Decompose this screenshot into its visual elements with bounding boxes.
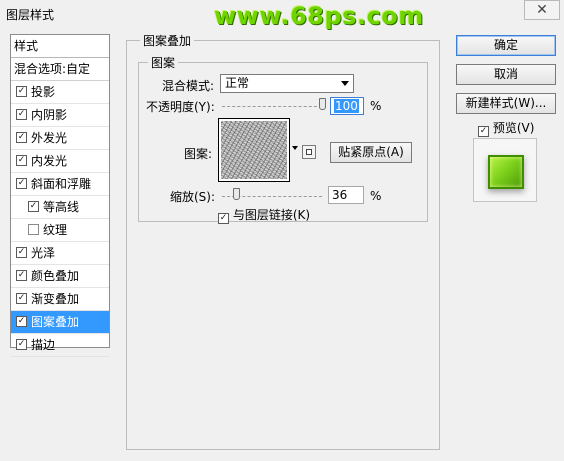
style-item-checkbox[interactable]: ✓ xyxy=(16,270,27,281)
style-item-label: 斜面和浮雕 xyxy=(31,177,92,191)
new-style-button[interactable]: 新建样式(W)... xyxy=(456,93,556,114)
title-bar: 图层样式 www.68ps.com ✕ xyxy=(0,0,564,30)
style-item-label: 图案叠加 xyxy=(31,315,80,329)
ok-button[interactable]: 确定 xyxy=(456,35,556,56)
scale-input[interactable]: 36 xyxy=(328,186,364,204)
style-item-label: 外发光 xyxy=(31,131,68,145)
style-item-label: 颜色叠加 xyxy=(31,269,80,283)
style-item[interactable]: ✓ 投影 xyxy=(11,81,109,104)
pattern-swatch[interactable] xyxy=(218,118,290,182)
preview-label: 预览(V) xyxy=(492,121,535,135)
group-title: 图案 xyxy=(148,54,179,71)
pattern-label: 图案: xyxy=(184,147,213,161)
close-button[interactable]: ✕ xyxy=(524,0,560,20)
pattern-preview xyxy=(221,121,287,179)
watermark-text: www.68ps.com xyxy=(214,2,424,30)
style-item-label: 纹理 xyxy=(43,223,68,237)
blend-options-item[interactable]: 混合选项:自定 xyxy=(11,58,109,81)
style-item-checkbox[interactable]: ✓ xyxy=(16,132,27,143)
style-item-label: 渐变叠加 xyxy=(31,292,80,306)
style-item[interactable]: ✓ 描边 xyxy=(11,334,109,357)
style-item-checkbox[interactable]: ✓ xyxy=(16,178,27,189)
opacity-value: 100 xyxy=(334,99,359,113)
close-icon: ✕ xyxy=(536,2,548,18)
style-item-label: 光泽 xyxy=(31,246,56,260)
style-preview xyxy=(473,138,537,202)
style-item[interactable]: ✓ 图案叠加 xyxy=(11,311,109,334)
opacity-input[interactable]: 100 xyxy=(330,97,364,115)
link-with-layer-checkbox[interactable]: ✓ xyxy=(218,213,229,224)
section-title: 图案叠加 xyxy=(140,32,195,49)
style-item[interactable]: ✓ 等高线 xyxy=(11,196,109,219)
blend-mode-select[interactable]: 正常 xyxy=(220,74,354,93)
check-icon: ✓ xyxy=(219,213,228,223)
pattern-picker-button[interactable] xyxy=(290,118,300,182)
style-item-checkbox[interactable]: ✓ xyxy=(16,247,27,258)
opacity-unit: % xyxy=(370,99,382,113)
style-list: 样式 混合选项:自定 ✓ 投影 ✓ 内阴影 ✓ 外发光 ✓ 内发光 ✓ 斜面和浮雕 ✓ 等高线纹理 ✓ 光… xyxy=(10,34,110,357)
new-preset-icon[interactable] xyxy=(302,145,316,159)
style-item-checkbox[interactable]: ✓ xyxy=(16,316,27,327)
cancel-button[interactable]: 取消 xyxy=(456,64,556,85)
opacity-slider[interactable] xyxy=(222,106,322,107)
style-item[interactable]: ✓ 光泽 xyxy=(11,242,109,265)
preview-option[interactable]: ✓ 预览(V) xyxy=(478,119,534,137)
snap-to-origin-button[interactable]: 贴紧原点(A) xyxy=(330,142,412,163)
style-item-label: 等高线 xyxy=(43,200,80,214)
style-preview-thumbnail xyxy=(488,155,524,189)
style-item-checkbox[interactable]: ✓ xyxy=(16,109,27,120)
blend-mode-label: 混合模式: xyxy=(162,79,215,93)
scale-unit: % xyxy=(370,189,382,203)
preview-checkbox[interactable]: ✓ xyxy=(478,126,489,137)
window-title: 图层样式 xyxy=(6,8,55,22)
style-list-header[interactable]: 样式 xyxy=(11,35,109,58)
link-with-layer-label: 与图层链接(K) xyxy=(232,208,311,222)
style-item-checkbox[interactable]: ✓ xyxy=(28,201,39,212)
style-item-checkbox[interactable]: ✓ xyxy=(16,86,27,97)
chevron-down-icon xyxy=(292,146,298,150)
style-item-label: 描边 xyxy=(31,338,56,352)
blend-mode-value: 正常 xyxy=(225,76,250,90)
style-item[interactable]: ✓ 颜色叠加 xyxy=(11,265,109,288)
check-icon: ✓ xyxy=(479,126,488,136)
scale-value: 36 xyxy=(332,188,348,202)
style-item-checkbox[interactable]: ✓ xyxy=(16,293,27,304)
link-with-layer-option[interactable]: ✓ 与图层链接(K) xyxy=(218,206,310,224)
style-item[interactable]: ✓ 渐变叠加 xyxy=(11,288,109,311)
opacity-slider-handle[interactable] xyxy=(319,98,326,110)
style-item[interactable]: 纹理 xyxy=(11,219,109,242)
chevron-down-icon xyxy=(341,81,349,86)
style-item-label: 内阴影 xyxy=(31,108,68,122)
style-item-checkbox[interactable]: ✓ xyxy=(16,155,27,166)
scale-slider-handle[interactable] xyxy=(232,188,240,200)
style-item[interactable]: ✓ 内发光 xyxy=(11,150,109,173)
style-item[interactable]: ✓ 内阴影 xyxy=(11,104,109,127)
style-item[interactable]: ✓ 斜面和浮雕 xyxy=(11,173,109,196)
style-item-checkbox[interactable] xyxy=(28,224,39,235)
style-item-label: 投影 xyxy=(31,85,56,99)
scale-label: 缩放(S): xyxy=(170,190,216,204)
style-item-label: 内发光 xyxy=(31,154,68,168)
opacity-label: 不透明度(Y): xyxy=(146,100,215,114)
style-item[interactable]: ✓ 外发光 xyxy=(11,127,109,150)
style-item-checkbox[interactable]: ✓ xyxy=(16,339,27,350)
